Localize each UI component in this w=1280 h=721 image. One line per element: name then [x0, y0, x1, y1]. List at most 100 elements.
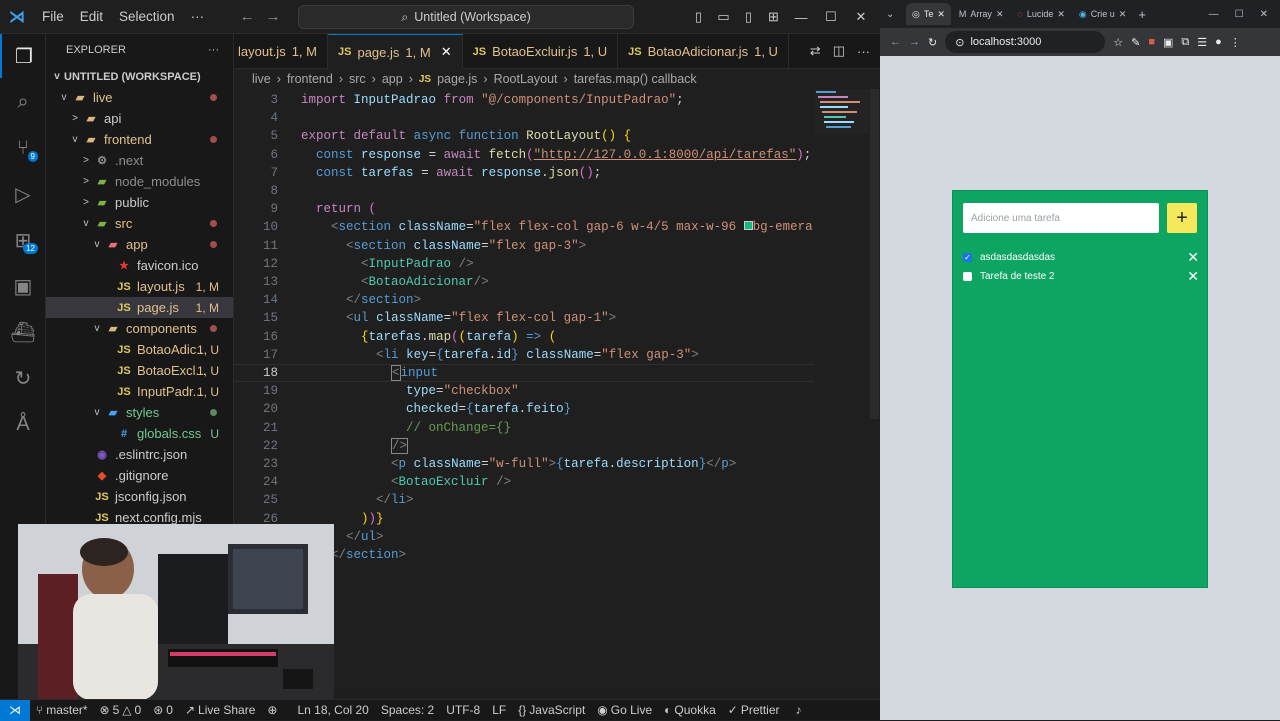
minimap[interactable] — [814, 89, 869, 134]
breadcrumb-item[interactable]: frontend — [287, 72, 333, 86]
menu-more-button[interactable]: ··· — [183, 9, 213, 24]
prettier-status[interactable]: ✓ Prettier — [722, 703, 786, 717]
back-icon[interactable]: ← — [890, 36, 901, 48]
back-arrow-icon[interactable]: ← — [234, 8, 260, 25]
live-share-icon[interactable]: ↻ — [0, 356, 46, 400]
code-line[interactable]: 24 <BotaoExcluir /> — [234, 473, 814, 491]
minimize-icon[interactable]: — — [1209, 9, 1219, 20]
browser-tab-4[interactable]: ◉ Crie u ✕ — [1073, 3, 1132, 25]
editor-tab[interactable]: JS BotaoAdicionar.js 1, U — [618, 34, 789, 69]
breadcrumb-item[interactable]: src — [349, 72, 366, 86]
problems-indicator[interactable]: ⊗ 5 △ 0 — [94, 703, 148, 717]
code-line[interactable]: 6 const response = await fetch("http://1… — [234, 146, 814, 164]
code-line[interactable]: 11 <section className="flex gap-3"> — [234, 237, 814, 255]
breadcrumb-item[interactable]: page.js — [437, 72, 477, 86]
quokka-status[interactable]: ◐ Quokka — [658, 703, 722, 717]
explorer-row[interactable]: v ▰ frontend — [46, 129, 233, 150]
explorer-row[interactable]: ◉ .eslintrc.json — [46, 444, 233, 465]
explorer-row[interactable]: ◆ .gitignore — [46, 465, 233, 486]
encoding[interactable]: UTF-8 — [440, 703, 486, 717]
explorer-row[interactable]: > ⚙ .next — [46, 150, 233, 171]
code-line[interactable]: 5 export default async function RootLayou… — [234, 127, 814, 145]
explorer-row[interactable]: JS BotaoAdic... 1, U — [46, 339, 233, 360]
code-line[interactable]: 21 // onChange={} — [234, 419, 814, 437]
new-tab-icon[interactable]: + — [1138, 7, 1146, 22]
menu-file[interactable]: File — [34, 9, 72, 24]
forward-arrow-icon[interactable]: → — [260, 8, 286, 25]
ports-indicator[interactable]: ⊛ 0 — [147, 703, 179, 717]
split-editor-icon[interactable]: ◫ — [833, 43, 845, 59]
breadcrumb-item[interactable]: tarefas.map() callback — [574, 72, 697, 86]
code-line[interactable]: 12 <InputPadrao /> — [234, 255, 814, 273]
address-bar[interactable]: ⊙ localhost:3000 — [945, 31, 1106, 53]
extensions-icon[interactable]: ⊞ 12 — [0, 218, 46, 262]
browser-menu-icon[interactable]: ⋮ — [1230, 36, 1241, 49]
explorer-row[interactable]: JS InputPadr... 1, U — [46, 381, 233, 402]
code-line[interactable]: 15 <ul className="flex flex-col gap-1"> — [234, 309, 814, 327]
explorer-row[interactable]: > ▰ node_modules — [46, 171, 233, 192]
editor-tab[interactable]: layout.js 1, M — [234, 34, 328, 69]
language-mode[interactable]: {} JavaScript — [512, 703, 591, 717]
extension-pen-icon[interactable]: ✎ — [1131, 36, 1140, 49]
code-line[interactable]: 9 return ( — [234, 200, 814, 218]
extensions-puzzle-icon[interactable]: ⧉ — [1181, 36, 1189, 49]
code-line[interactable]: 22 /> — [234, 437, 814, 455]
code-line[interactable]: 23 <p className="w-full">{tarefa.descrip… — [234, 455, 814, 473]
explorer-icon[interactable]: ❐ — [0, 34, 46, 78]
forward-icon[interactable]: → — [909, 36, 920, 48]
bookmark-star-icon[interactable]: ☆ — [1113, 36, 1123, 49]
notifications-bell-icon[interactable]: ♪ — [790, 703, 808, 717]
minimize-icon[interactable]: — — [786, 10, 816, 25]
layout-icon[interactable]: ⊞ — [761, 9, 786, 25]
tab-close-icon[interactable]: ✕ — [996, 9, 1004, 20]
code-line[interactable]: 13 <BotaoAdicionar/> — [234, 273, 814, 291]
docker-icon[interactable]: ⛴ — [0, 310, 46, 354]
maximize-icon[interactable]: ☐ — [816, 9, 846, 25]
remote-explorer-icon[interactable]: ▣ — [0, 264, 46, 308]
delete-task-icon[interactable]: ✕ — [1187, 268, 1199, 285]
code-line[interactable]: 10 <section className="flex flex-col gap… — [234, 218, 814, 236]
code-line[interactable]: 20 checked={tarefa.feito} — [234, 400, 814, 418]
zoom-icon[interactable]: ⊕ — [261, 703, 283, 717]
editor-tab[interactable]: JS page.js 1, M ✕ — [328, 34, 463, 69]
remote-indicator-icon[interactable]: ⋊ — [0, 699, 30, 721]
editor-tab[interactable]: JS BotaoExcluir.js 1, U — [463, 34, 619, 69]
browser-tab-3[interactable]: ◌ Lucide ✕ — [1011, 3, 1070, 25]
reload-icon[interactable]: ↻ — [928, 36, 937, 49]
explorer-row[interactable]: JS page.js 1, M — [46, 297, 233, 318]
explorer-row[interactable]: ★ favicon.ico — [46, 255, 233, 276]
more-actions-icon[interactable]: ··· — [857, 44, 870, 59]
menu-edit[interactable]: Edit — [72, 9, 111, 24]
tab-close-icon[interactable]: ✕ — [937, 9, 945, 20]
close-icon[interactable]: ✕ — [1260, 9, 1268, 20]
run-debug-icon[interactable]: ▷ — [0, 172, 46, 216]
add-task-button[interactable]: + — [1167, 203, 1197, 233]
explorer-row[interactable]: JS layout.js 1, M — [46, 276, 233, 297]
breadcrumb-item[interactable]: live — [252, 72, 271, 86]
task-input[interactable]: Adicione uma tarefa — [963, 203, 1159, 233]
breadcrumb-item[interactable]: app — [382, 72, 403, 86]
explorer-row[interactable]: > ▰ public — [46, 192, 233, 213]
explorer-row[interactable]: JS jsconfig.json — [46, 486, 233, 507]
indentation[interactable]: Spaces: 2 — [375, 703, 440, 717]
code-line[interactable]: 3 import InputPadrao from "@/components/I… — [234, 91, 814, 109]
reading-list-icon[interactable]: ☰ — [1197, 36, 1207, 49]
code-line[interactable]: 8 — [234, 182, 814, 200]
code-line[interactable]: 19 type="checkbox" — [234, 382, 814, 400]
code-line[interactable]: 7 const tarefas = await response.json(); — [234, 164, 814, 182]
explorer-row[interactable]: v ▰ app — [46, 234, 233, 255]
explorer-row[interactable]: > ▰ api — [46, 108, 233, 129]
task-checkbox[interactable] — [963, 271, 972, 281]
code-line[interactable]: 25 </li> — [234, 491, 814, 509]
line-ending[interactable]: LF — [486, 703, 512, 717]
git-branch[interactable]: ⑂ master* — [30, 703, 94, 717]
explorer-row[interactable]: v ▰ styles — [46, 402, 233, 423]
explorer-row[interactable]: v ▰ components — [46, 318, 233, 339]
code-line[interactable]: 18 <input — [234, 364, 814, 382]
live-share-status[interactable]: ↗ Live Share — [179, 703, 261, 717]
toggle-panel-icon[interactable]: ▭ — [711, 9, 736, 25]
go-live-button[interactable]: ◉ Go Live — [591, 703, 658, 717]
browser-tab-2[interactable]: M Array ✕ — [953, 3, 1010, 25]
explorer-row[interactable]: v ▰ src — [46, 213, 233, 234]
source-control-icon[interactable]: ⑂ 9 — [0, 126, 46, 170]
